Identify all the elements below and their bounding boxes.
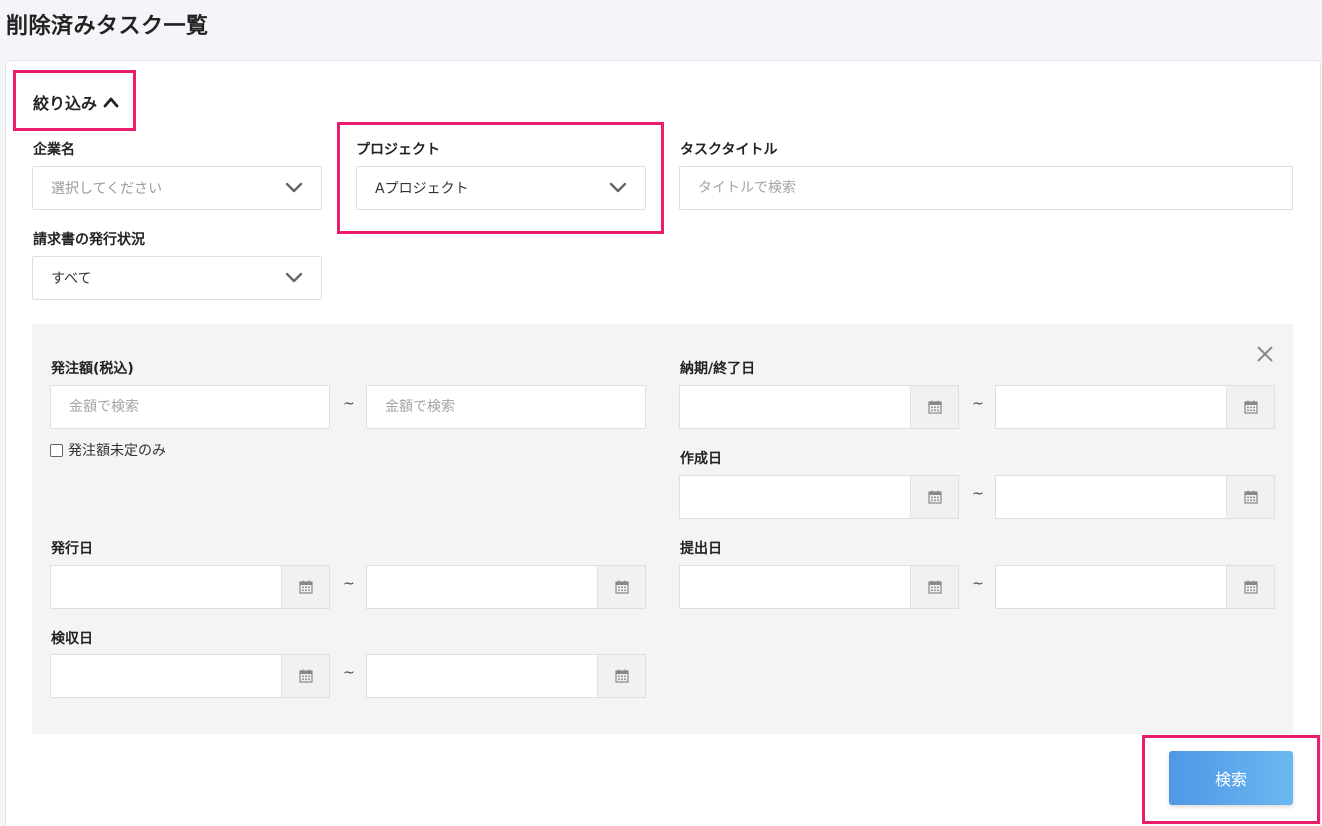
created-date-to-input[interactable] (996, 476, 1226, 518)
page-title: 削除済みタスク一覧 (6, 14, 209, 39)
calendar-icon[interactable] (910, 476, 958, 518)
amount-from-input[interactable] (50, 385, 330, 429)
submitted-date-to[interactable] (995, 565, 1275, 609)
created-date-from[interactable] (679, 475, 959, 519)
chevron-down-icon (609, 182, 627, 194)
amount-to-input[interactable] (366, 385, 646, 429)
due-date-to[interactable] (995, 385, 1275, 429)
amount-label: 発注額(税込) (51, 361, 134, 377)
invoice-status-select-value: すべて (51, 271, 92, 287)
calendar-icon[interactable] (1226, 566, 1274, 608)
project-label: プロジェクト (356, 142, 440, 158)
chevron-down-icon (285, 182, 303, 194)
calendar-icon[interactable] (597, 655, 645, 697)
amount-undecided-label: 発注額未定のみ (68, 443, 166, 459)
calendar-icon[interactable] (910, 566, 958, 608)
project-select-value: Aプロジェクト (375, 181, 469, 197)
calendar-icon[interactable] (281, 566, 329, 608)
calendar-icon[interactable] (597, 566, 645, 608)
calendar-icon[interactable] (1226, 476, 1274, 518)
created-date-from-input[interactable] (680, 476, 910, 518)
company-select-value: 選択してください (51, 181, 163, 197)
issue-date-from-input[interactable] (51, 566, 281, 608)
issue-date-label: 発行日 (51, 541, 93, 557)
due-date-to-input[interactable] (996, 386, 1226, 428)
calendar-icon[interactable] (1226, 386, 1274, 428)
filter-toggle-label: 絞り込み (33, 94, 98, 113)
issue-date-to[interactable] (366, 565, 646, 609)
amount-undecided-checkbox[interactable]: 発注額未定のみ (50, 440, 166, 460)
inspection-date-label: 検収日 (51, 631, 93, 647)
task-title-input[interactable] (679, 166, 1293, 210)
task-title-label: タスクタイトル (680, 142, 778, 158)
submitted-date-from-input[interactable] (680, 566, 910, 608)
inspection-date-separator: ~ (343, 665, 355, 681)
project-select[interactable]: Aプロジェクト (356, 166, 646, 210)
submitted-date-separator: ~ (972, 576, 984, 592)
search-button[interactable]: 検索 (1169, 751, 1293, 805)
due-date-separator: ~ (972, 396, 984, 412)
calendar-icon[interactable] (281, 655, 329, 697)
created-date-to[interactable] (995, 475, 1275, 519)
issue-date-to-input[interactable] (367, 566, 597, 608)
chevron-up-icon (103, 97, 119, 108)
chevron-down-icon (285, 272, 303, 284)
inspection-date-from-input[interactable] (51, 655, 281, 697)
submitted-date-from[interactable] (679, 565, 959, 609)
due-date-label: 納期/終了日 (680, 361, 756, 377)
inspection-date-to-input[interactable] (367, 655, 597, 697)
checkbox-box[interactable] (50, 443, 63, 457)
inspection-date-to[interactable] (366, 654, 646, 698)
issue-date-from[interactable] (50, 565, 330, 609)
created-date-label: 作成日 (680, 451, 722, 467)
company-label: 企業名 (33, 142, 75, 158)
calendar-icon[interactable] (910, 386, 958, 428)
due-date-from-input[interactable] (680, 386, 910, 428)
due-date-from[interactable] (679, 385, 959, 429)
filter-toggle[interactable]: 絞り込み (33, 90, 119, 114)
submitted-date-to-input[interactable] (996, 566, 1226, 608)
invoice-status-label: 請求書の発行状況 (33, 232, 145, 248)
close-icon[interactable] (1256, 345, 1274, 363)
created-date-separator: ~ (972, 486, 984, 502)
inspection-date-from[interactable] (50, 654, 330, 698)
company-select[interactable]: 選択してください (32, 166, 322, 210)
issue-date-separator: ~ (343, 576, 355, 592)
amount-range-separator: ~ (343, 396, 355, 412)
invoice-status-select[interactable]: すべて (32, 256, 322, 300)
submitted-date-label: 提出日 (680, 541, 722, 557)
